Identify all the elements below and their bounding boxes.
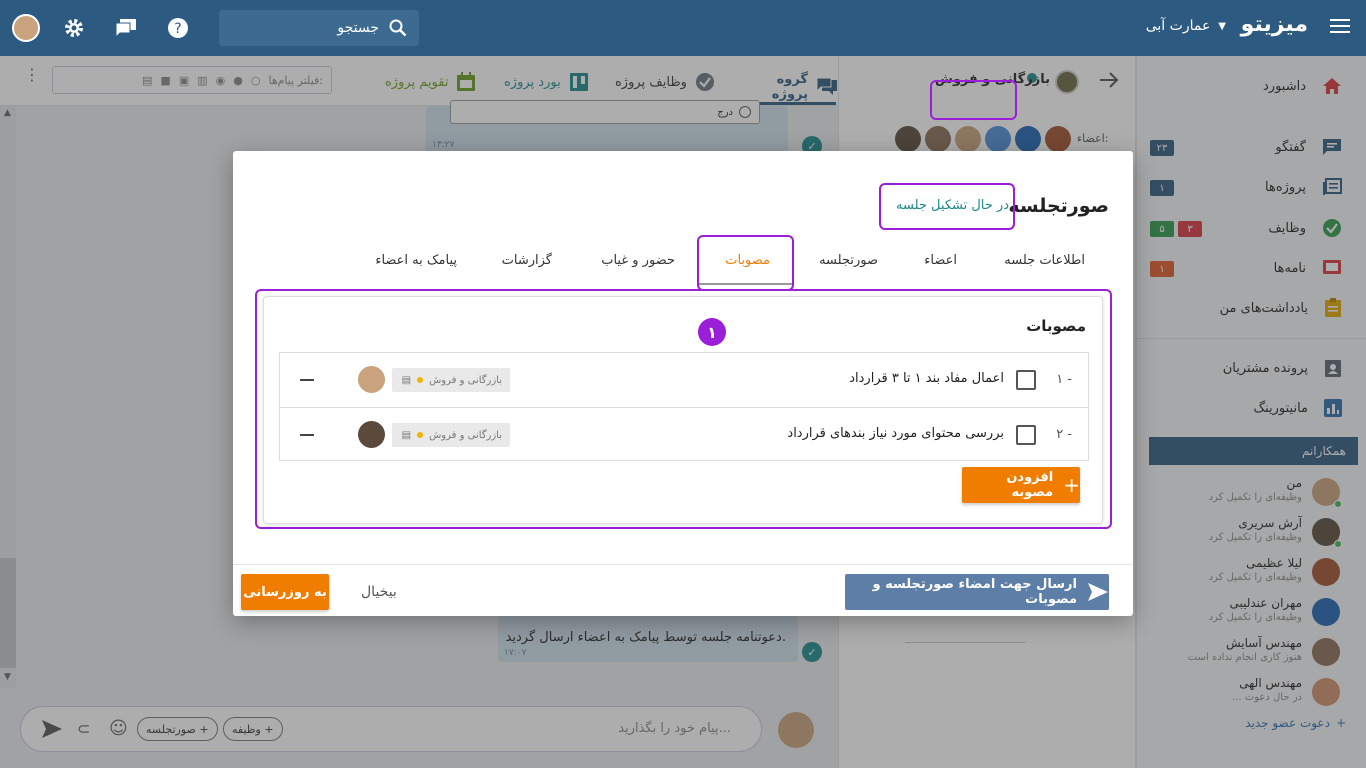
panel-title: مصوبات	[1026, 317, 1086, 335]
search-input[interactable]: جستجو	[337, 20, 379, 36]
app-logo[interactable]: میزیتو	[1241, 12, 1308, 37]
cancel-button[interactable]: بیخیال	[361, 584, 397, 600]
chevron-down-icon: ▼	[1218, 20, 1226, 32]
dialog-title: صورتجلسه	[1008, 195, 1109, 217]
minutes-dialog: صورتجلسه در حال تشکیل جلسه اطلاعات جلسه …	[233, 151, 1133, 616]
status-dot	[417, 377, 424, 383]
tag-label: بازرگانی و فروش	[429, 429, 502, 441]
org-name: عمارت آبی	[1145, 18, 1211, 34]
resolution-text: بررسی محتوای مورد نیاز بندهای قرارداد	[787, 426, 1004, 441]
tab-highlight	[697, 235, 794, 291]
tab-minutes[interactable]: صورتجلسه	[819, 253, 878, 268]
search-icon	[389, 19, 407, 37]
top-bar: میزیتو عمارت آبی ▼ جستجو ?	[0, 0, 1366, 56]
tab-attendance[interactable]: حضور و غیاب	[601, 253, 675, 268]
dialog-footer: ارسال جهت امضاء صورتجلسه و مصوبات بیخیال…	[233, 564, 1133, 616]
send-for-signature-button[interactable]: ارسال جهت امضاء صورتجلسه و مصوبات	[845, 574, 1109, 610]
status-dot	[417, 432, 424, 438]
organization-selector[interactable]: عمارت آبی ▼	[1146, 18, 1226, 34]
remove-resolution-icon[interactable]	[300, 434, 314, 436]
row-number: ۲ -	[1056, 427, 1072, 442]
remove-resolution-icon[interactable]	[300, 379, 314, 381]
tab-sms-members[interactable]: پیامک به اعضاء	[375, 253, 457, 268]
tab-reports[interactable]: گزارشات	[502, 253, 552, 268]
resolution-text: اعمال مفاد بند ۱ تا ۳ قرارداد	[849, 371, 1004, 386]
tag-server-icon: ▤	[401, 429, 412, 441]
assignee-avatar[interactable]	[358, 421, 385, 448]
tag-server-icon: ▤	[401, 374, 412, 386]
messages-icon[interactable]	[114, 16, 138, 40]
tag-label: بازرگانی و فروش	[429, 374, 502, 386]
settings-gear-icon[interactable]	[62, 16, 86, 40]
status-highlight	[879, 183, 1015, 230]
search-box[interactable]: جستجو	[219, 10, 419, 46]
menu-icon[interactable]	[1330, 18, 1350, 34]
tab-members[interactable]: اعضاء	[924, 253, 957, 268]
resolution-checkbox[interactable]	[1016, 370, 1036, 390]
update-button[interactable]: به روزرسانی	[241, 574, 329, 610]
send-label: ارسال جهت امضاء صورتجلسه و مصوبات	[872, 577, 1078, 607]
tab-meeting-info[interactable]: اطلاعات جلسه	[1004, 253, 1085, 268]
project-tag[interactable]: ▤ بازرگانی و فروش	[392, 368, 510, 392]
table-row: ۱ - اعمال مفاد بند ۱ تا ۳ قرارداد ▤ بازر…	[280, 353, 1088, 407]
project-tag[interactable]: ▤ بازرگانی و فروش	[392, 423, 510, 447]
row-number: ۱ -	[1056, 372, 1072, 387]
step-number-badge: ۱	[698, 318, 726, 346]
highlight-box	[930, 80, 1017, 120]
table-row: ۲ - بررسی محتوای مورد نیاز بندهای قراردا…	[280, 407, 1088, 461]
resolution-checkbox[interactable]	[1016, 425, 1036, 445]
user-avatar[interactable]	[12, 14, 40, 42]
plus-icon: +	[1063, 473, 1080, 497]
svg-text:?: ?	[174, 21, 181, 37]
assignee-avatar[interactable]	[358, 366, 385, 393]
help-icon[interactable]: ?	[166, 16, 190, 40]
resolutions-panel: مصوبات ۱ - اعمال مفاد بند ۱ تا ۳ قرارداد…	[263, 296, 1103, 524]
add-resolution-label: افزودن مصوبه	[1006, 470, 1054, 500]
add-resolution-button[interactable]: + افزودن مصوبه	[962, 467, 1080, 503]
resolutions-table: ۱ - اعمال مفاد بند ۱ تا ۳ قرارداد ▤ بازر…	[279, 352, 1089, 461]
send-icon	[1087, 582, 1109, 602]
